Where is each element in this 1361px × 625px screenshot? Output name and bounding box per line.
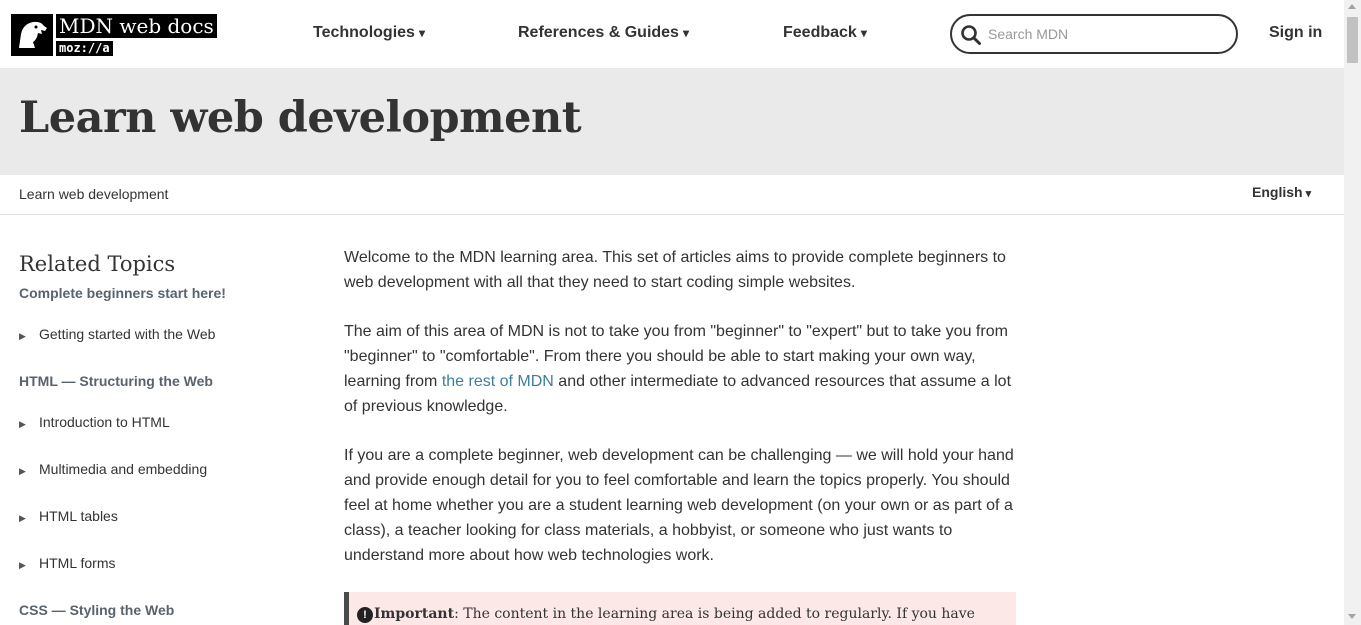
page-scrollbar[interactable] [1344,0,1361,625]
nav-technologies[interactable]: Technologies ▾ [313,24,425,42]
page-title: Learn web development [19,93,582,143]
sidebar-heading-html[interactable]: HTML — Structuring the Web [19,373,213,389]
sidebar-item-multimedia[interactable]: ▶ Multimedia and embedding [19,461,207,477]
mdn-logo[interactable]: MDN web docs moz://a [11,14,217,56]
expand-arrow-icon: ▶ [19,513,26,523]
sidebar-item-intro-html[interactable]: ▶ Introduction to HTML [19,414,170,430]
sidebar-item-html-tables[interactable]: ▶ HTML tables [19,508,118,524]
expand-arrow-icon: ▶ [19,419,26,429]
related-topics-title: Related Topics [19,252,176,276]
expand-arrow-icon: ▶ [19,466,26,476]
important-notice: ! Important: The content in the learning… [344,592,1016,625]
breadcrumb-bar: Learn web development English ▾ [0,175,1344,215]
notice-text: Important: The content in the learning a… [374,606,975,622]
sidebar-item-label: Introduction to HTML [39,414,170,430]
intro-paragraph: Welcome to the MDN learning area. This s… [344,249,1006,291]
search-icon[interactable] [960,24,982,46]
expand-arrow-icon: ▶ [19,560,26,570]
scroll-up-arrow-icon[interactable] [1348,4,1356,9]
logo-title: MDN web docs [56,14,217,38]
chevron-down-icon: ▾ [682,26,689,40]
chevron-down-icon: ▾ [418,26,425,40]
dinosaur-head-icon [11,14,53,56]
nav-label: Feedback [783,24,857,41]
nav-label: Technologies [313,24,415,41]
chevron-down-icon: ▾ [860,26,867,40]
sidebar-item-html-forms[interactable]: ▶ HTML forms [19,555,115,571]
title-band: Learn web development [0,68,1344,175]
sidebar-item-label: HTML forms [39,555,116,571]
sidebar-item-getting-started[interactable]: ▶ Getting started with the Web [19,326,215,342]
nav-feedback[interactable]: Feedback ▾ [783,24,867,42]
sidebar-heading-beginners[interactable]: Complete beginners start here! [19,285,226,301]
exclamation-icon: ! [357,607,373,623]
chevron-down-icon: ▾ [1305,188,1312,200]
rest-of-mdn-link[interactable]: the rest of MDN [442,373,554,390]
aim-paragraph: The aim of this area of MDN is not to ta… [344,319,1016,419]
expand-arrow-icon: ▶ [19,331,26,341]
scrollbar-thumb[interactable] [1347,17,1358,63]
search-box[interactable] [950,14,1238,54]
language-label: English [1252,184,1303,200]
search-input[interactable] [988,23,1228,45]
notice-body: : The content in the learning area is be… [454,606,975,622]
site-header: MDN web docs moz://a Technologies ▾ Refer… [0,0,1344,68]
nav-label: References & Guides [518,24,679,41]
breadcrumb: Learn web development [19,186,169,202]
nav-references-guides[interactable]: References & Guides ▾ [518,24,689,42]
language-selector[interactable]: English ▾ [1252,184,1311,200]
sidebar-heading-css[interactable]: CSS — Styling the Web [19,602,174,618]
sidebar-item-label: Multimedia and embedding [39,461,208,477]
notice-label: Important [374,606,455,622]
sidebar-item-label: HTML tables [39,508,118,524]
logo-mozilla: moz://a [56,41,113,56]
beginner-paragraph: If you are a complete beginner, web deve… [344,447,1014,564]
sidebar-item-label: Getting started with the Web [39,326,216,342]
sign-in-link[interactable]: Sign in [1269,24,1322,42]
scroll-down-arrow-icon[interactable] [1348,614,1356,619]
